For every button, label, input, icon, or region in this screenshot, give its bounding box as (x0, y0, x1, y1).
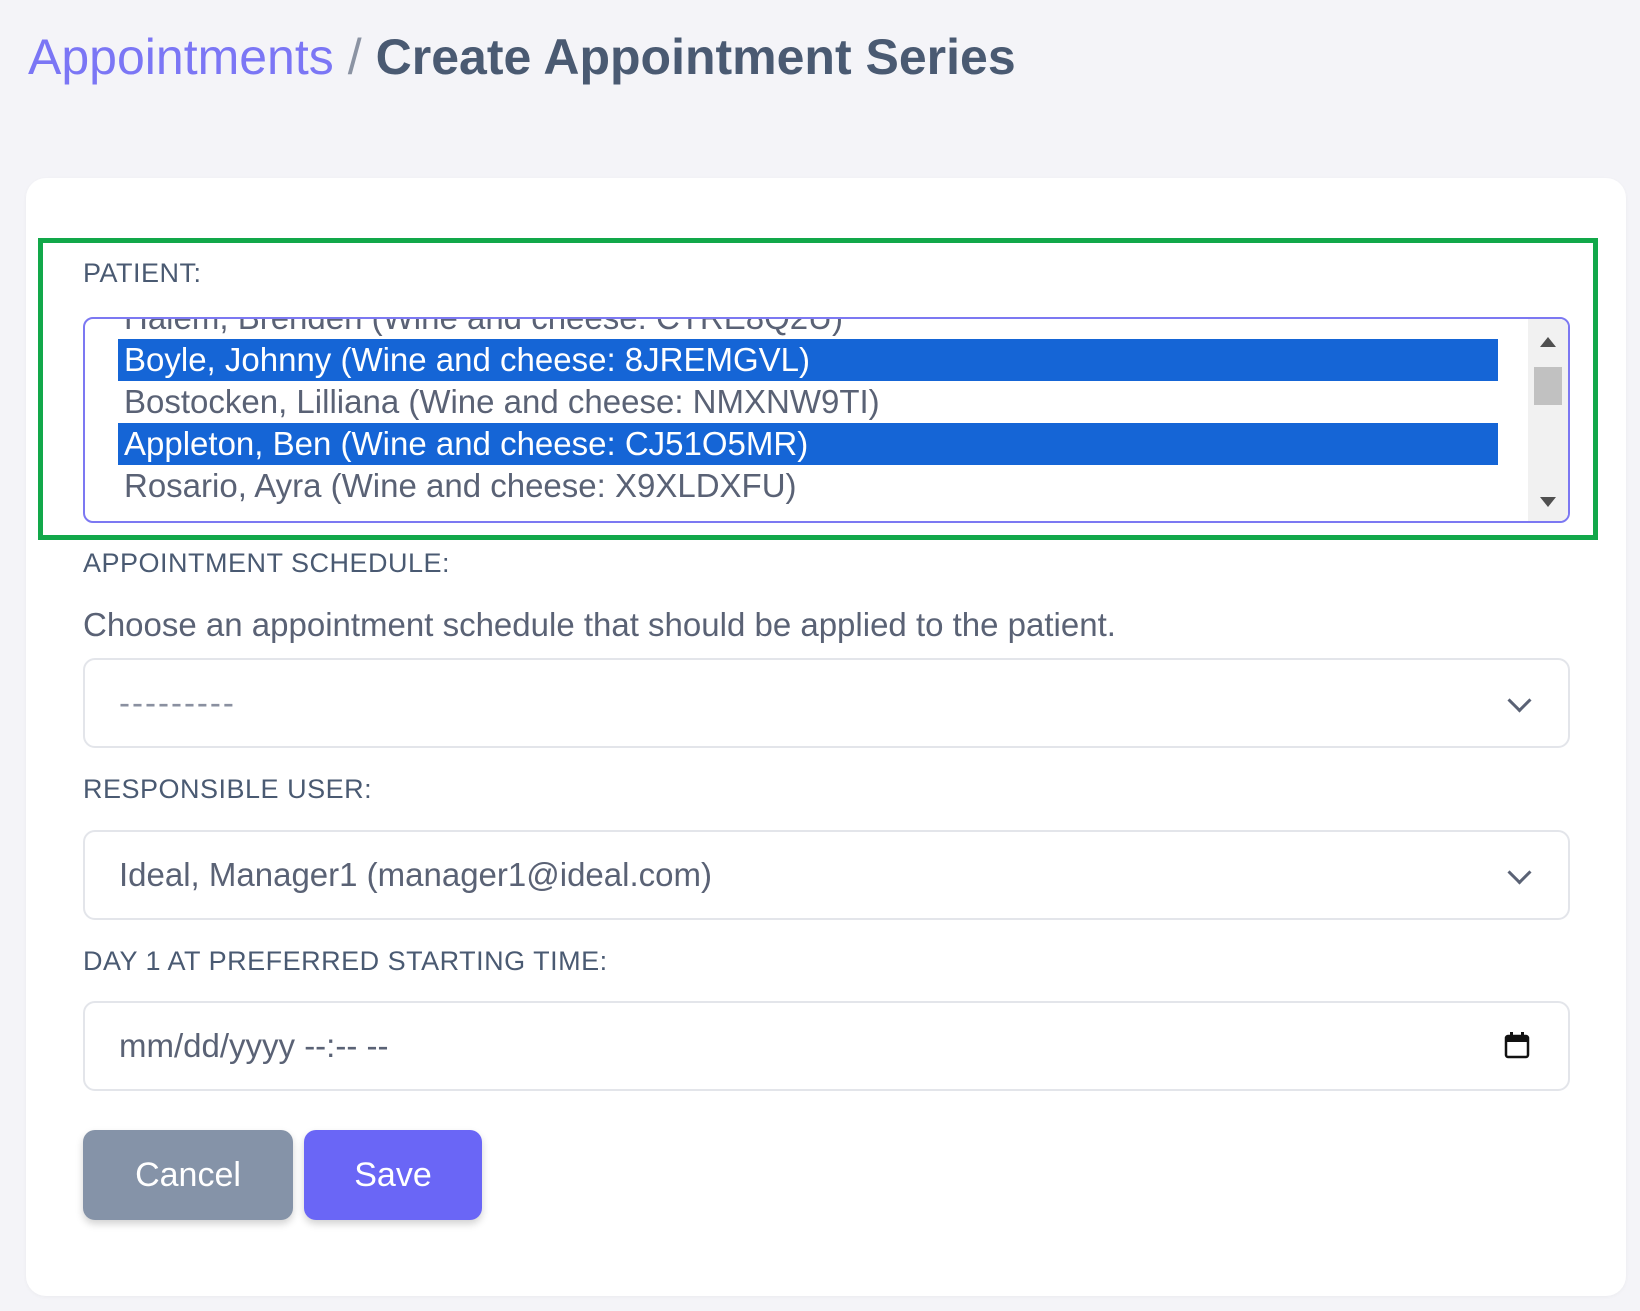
patient-option[interactable]: Rosario, Ayra (Wine and cheese: X9XLDXFU… (118, 465, 1498, 507)
page-title: Create Appointment Series (375, 29, 1016, 85)
schedule-select-value: --------- (119, 684, 236, 721)
scroll-down-arrow-icon[interactable] (1540, 497, 1556, 507)
scroll-thumb[interactable] (1534, 367, 1562, 405)
start-time-placeholder: mm/dd/yyyy --:-- -- (119, 1027, 389, 1064)
patient-option[interactable]: Boyle, Johnny (Wine and cheese: 8JREMGVL… (118, 339, 1498, 381)
chevron-down-icon (1507, 688, 1532, 713)
patient-options: Halem, Brenden (Wine and cheese: CTRE8Q2… (118, 319, 1498, 507)
schedule-help-text: Choose an appointment schedule that shou… (83, 606, 1116, 643)
patient-listbox[interactable]: Halem, Brenden (Wine and cheese: CTRE8Q2… (83, 317, 1570, 523)
breadcrumb: Appointments / Create Appointment Series (28, 22, 1016, 92)
breadcrumb-link-appointments[interactable]: Appointments (28, 29, 334, 85)
patient-label: PATIENT: (83, 258, 202, 288)
breadcrumb-separator: / (347, 29, 362, 85)
listbox-scrollbar[interactable] (1528, 319, 1568, 521)
schedule-select[interactable]: --------- (83, 658, 1570, 748)
responsible-user-select[interactable]: Ideal, Manager1 (manager1@ideal.com) (83, 830, 1570, 920)
start-time-label: DAY 1 AT PREFERRED STARTING TIME: (83, 946, 608, 976)
save-button[interactable]: Save (304, 1130, 482, 1220)
chevron-down-icon (1507, 860, 1532, 885)
responsible-user-label: RESPONSIBLE USER: (83, 774, 373, 804)
patient-option[interactable]: Appleton, Ben (Wine and cheese: CJ51O5MR… (118, 423, 1498, 465)
patient-option[interactable]: Bostocken, Lilliana (Wine and cheese: NM… (118, 381, 1498, 423)
patient-option[interactable]: Halem, Brenden (Wine and cheese: CTRE8Q2… (118, 319, 1498, 339)
start-time-input[interactable]: mm/dd/yyyy --:-- -- (83, 1001, 1570, 1091)
scroll-up-arrow-icon[interactable] (1540, 337, 1556, 347)
calendar-icon[interactable] (1504, 1031, 1530, 1059)
schedule-label: APPOINTMENT SCHEDULE: (83, 548, 451, 578)
cancel-button[interactable]: Cancel (83, 1130, 293, 1220)
responsible-user-value: Ideal, Manager1 (manager1@ideal.com) (119, 856, 712, 893)
